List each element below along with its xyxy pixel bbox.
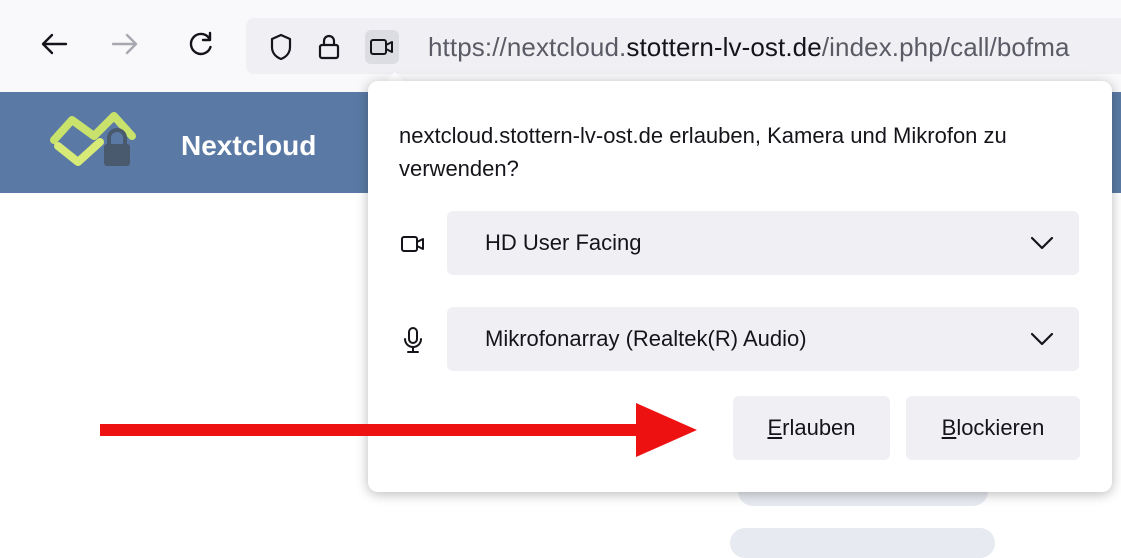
chevron-down-icon	[1030, 236, 1054, 250]
chevron-down-icon	[1030, 332, 1054, 346]
microphone-select-value: Mikrofonarray (Realtek(R) Audio)	[485, 326, 807, 351]
camera-select-value: HD User Facing	[485, 230, 642, 255]
camera-permission-icon[interactable]	[365, 30, 399, 64]
shield-icon[interactable]	[264, 30, 298, 64]
nextcloud-logo-icon[interactable]	[48, 106, 140, 176]
url-text[interactable]: https://nextcloud.stottern-lv-ost.de/ind…	[428, 32, 1070, 63]
lock-icon[interactable]	[312, 30, 346, 64]
reload-icon[interactable]	[181, 24, 221, 64]
url-bar[interactable]: https://nextcloud.stottern-lv-ost.de/ind…	[246, 18, 1121, 74]
browser-toolbar: https://nextcloud.stottern-lv-ost.de/ind…	[0, 0, 1121, 92]
arrow-right-icon	[105, 24, 145, 64]
camera-icon	[398, 229, 428, 259]
arrow-left-icon[interactable]	[34, 24, 74, 64]
background-list-item	[730, 528, 995, 558]
camera-select[interactable]: HD User Facing	[447, 211, 1079, 275]
microphone-icon	[398, 325, 428, 355]
app-name[interactable]: Nextcloud	[181, 130, 316, 162]
allow-button[interactable]: Erlauben	[733, 396, 890, 460]
block-button[interactable]: Blockieren	[906, 396, 1080, 460]
permission-message: nextcloud.stottern-lv-ost.de erlauben, K…	[399, 123, 1007, 181]
red-arrow-annotation	[100, 403, 697, 457]
microphone-select[interactable]: Mikrofonarray (Realtek(R) Audio)	[447, 307, 1079, 371]
